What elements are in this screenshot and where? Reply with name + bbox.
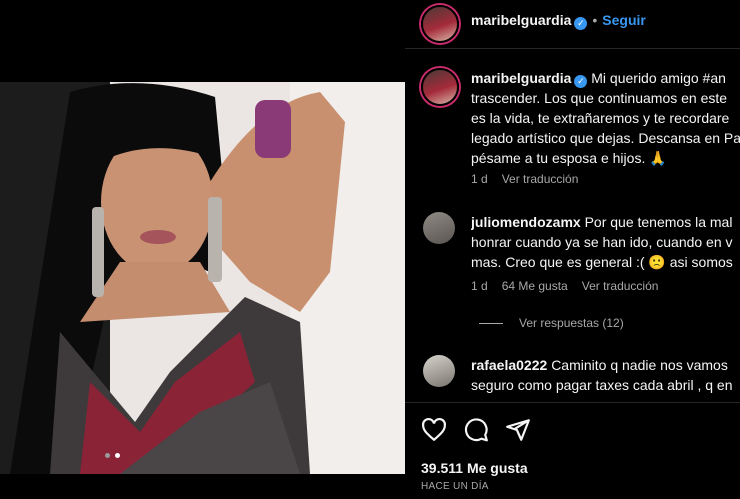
commenter-avatar[interactable] — [423, 355, 455, 387]
post-date: HACE UN DÍA — [421, 481, 489, 492]
post-caption: maribelguardia ✓ Mi querido amigo #an tra… — [421, 68, 740, 193]
caption-time: 1 d — [471, 172, 488, 186]
heart-icon[interactable] — [421, 417, 447, 443]
comment-time: 1 d — [471, 279, 488, 293]
comment-meta: 1 d 64 Me gusta Ver traducción — [471, 279, 672, 293]
comment-item: juliomendozamx Por que tenemos la mal ho… — [421, 212, 740, 322]
commenter-avatar[interactable] — [423, 212, 455, 244]
carousel-indicator — [105, 453, 120, 458]
follow-button[interactable]: Seguir — [602, 12, 646, 28]
commenter-username[interactable]: juliomendozamx — [471, 214, 581, 230]
comment-likes[interactable]: 64 Me gusta — [502, 279, 568, 293]
comment-item: rafaela0222 Caminito q nadie nos vamos s… — [421, 355, 740, 401]
replies-divider — [479, 322, 503, 324]
caption-translate-link[interactable]: Ver traducción — [502, 172, 579, 186]
author-avatar[interactable] — [421, 5, 459, 43]
verified-badge-icon: ✓ — [574, 17, 588, 30]
comment-icon[interactable] — [463, 417, 489, 443]
view-replies-button[interactable]: Ver respuestas (12) — [479, 316, 624, 330]
caption-text: maribelguardia ✓ Mi querido amigo #an tra… — [471, 68, 740, 168]
post-actions: 39.511 Me gusta HACE UN DÍA — [405, 402, 740, 499]
post-panel: maribelguardia ✓ • Seguir maribelguardia ✓ M… — [405, 0, 740, 499]
share-icon[interactable] — [505, 417, 531, 443]
portrait-illustration — [0, 82, 405, 474]
view-replies-label: Ver respuestas (12) — [519, 316, 624, 330]
post-header: maribelguardia ✓ • Seguir — [405, 0, 740, 49]
likes-count[interactable]: 39.511 Me gusta — [421, 460, 528, 476]
carousel-dot[interactable] — [105, 453, 110, 458]
carousel-dot-active[interactable] — [115, 453, 120, 458]
header-info: maribelguardia ✓ • Seguir — [471, 12, 646, 30]
comment-text: juliomendozamx Por que tenemos la mal ho… — [471, 212, 740, 272]
author-username[interactable]: maribelguardia — [471, 12, 571, 28]
commenter-username[interactable]: rafaela0222 — [471, 357, 547, 373]
post-media[interactable] — [0, 0, 405, 499]
separator-dot: • — [592, 12, 598, 28]
comment-text: rafaela0222 Caminito q nadie nos vamos s… — [471, 355, 740, 395]
caption-avatar[interactable] — [421, 68, 459, 106]
post-photo — [0, 82, 405, 474]
verified-badge-icon: ✓ — [574, 75, 588, 88]
caption-username[interactable]: maribelguardia — [471, 70, 571, 86]
caption-meta: 1 d Ver traducción — [471, 172, 592, 186]
comment-translate-link[interactable]: Ver traducción — [582, 279, 659, 293]
